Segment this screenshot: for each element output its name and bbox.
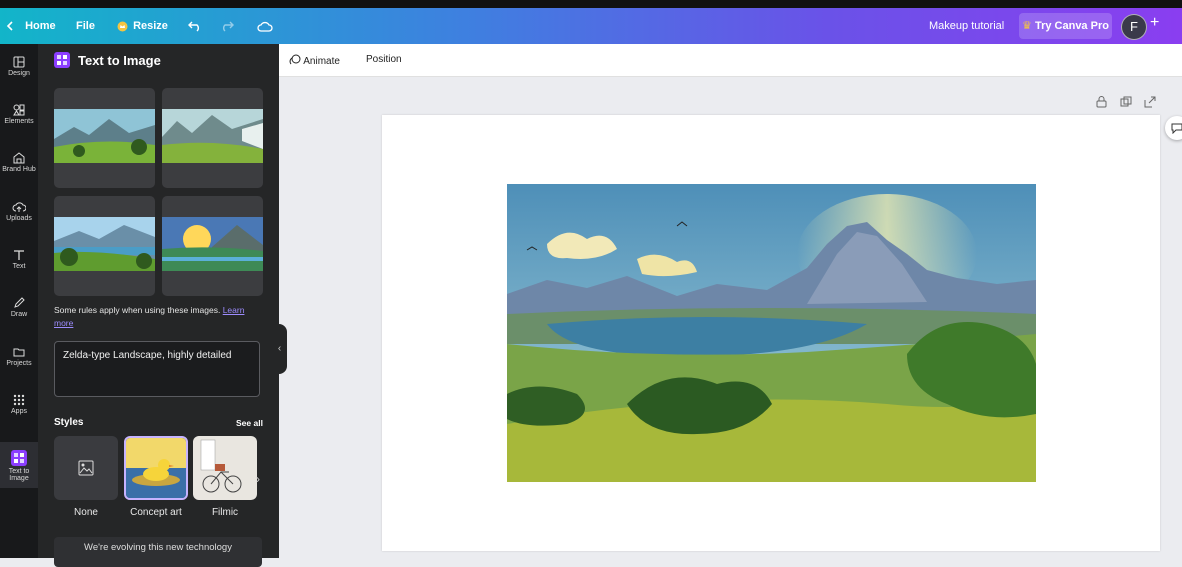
result-thumbnail-2[interactable]: [162, 88, 263, 188]
style-label: None: [74, 507, 98, 518]
resize-button[interactable]: Resize: [117, 18, 168, 34]
rail-label: Text to Image: [8, 468, 30, 482]
folder-icon: [13, 348, 25, 357]
evolving-notice: We're evolving this new technology: [54, 537, 262, 567]
prompt-input[interactable]: Zelda-type Landscape, highly detailed: [54, 341, 260, 397]
undo-button[interactable]: [188, 18, 202, 34]
try-pro-label: Try Canva Pro: [1034, 20, 1109, 32]
style-filmic-tile[interactable]: [193, 436, 257, 500]
duplicate-page-button[interactable]: [1120, 95, 1132, 113]
resize-label: Resize: [133, 20, 168, 32]
pen-icon: [14, 297, 25, 308]
crown-icon: [117, 21, 128, 32]
rail-label: Elements: [4, 118, 34, 125]
rail-label: Design: [8, 70, 30, 77]
rail-label: Text: [12, 263, 26, 270]
side-rail: Design Elements Brand Hub Uploads Text D…: [0, 44, 38, 558]
landscape-image: [162, 217, 263, 271]
position-button[interactable]: Position: [366, 54, 402, 65]
style-none-tile[interactable]: [54, 436, 118, 500]
result-thumbnail-3[interactable]: [54, 196, 155, 296]
result-thumbnail-1[interactable]: [54, 88, 155, 188]
cloud-save-status[interactable]: [257, 18, 273, 34]
generated-landscape-image[interactable]: [507, 184, 1036, 482]
panel-title: Text to Image: [78, 53, 161, 68]
text-to-image-icon: [54, 52, 70, 68]
landscape-image: [54, 109, 155, 163]
undo-icon: [188, 21, 199, 32]
duplicate-icon: [1120, 96, 1132, 107]
comment-icon: [1171, 123, 1182, 134]
rail-item-draw[interactable]: Draw: [0, 297, 38, 318]
rail-item-apps[interactable]: Apps: [0, 394, 38, 415]
avatar[interactable]: F: [1121, 14, 1147, 40]
rail-label: Apps: [11, 408, 27, 415]
document-title[interactable]: Makeup tutorial: [929, 18, 1004, 34]
rail-item-elements[interactable]: Elements: [0, 104, 38, 125]
share-page-button[interactable]: [1144, 95, 1156, 113]
home-label: Home: [25, 20, 56, 32]
rail-item-design[interactable]: Design: [0, 56, 38, 77]
rail-item-brand-hub[interactable]: Brand Hub: [0, 152, 38, 173]
image-placeholder-icon: [78, 460, 94, 476]
animate-button[interactable]: Animate: [289, 54, 340, 67]
back-home-button[interactable]: Home: [6, 18, 56, 34]
style-label: Filmic: [211, 507, 239, 518]
collapse-panel-button[interactable]: ‹: [272, 324, 287, 374]
result-thumbnail-4[interactable]: [162, 196, 263, 296]
rail-label: Projects: [6, 360, 32, 367]
brand-hub-icon: [13, 152, 25, 164]
text-to-image-panel: Text to Image Some rules apply when usin…: [38, 44, 279, 567]
styles-heading: Styles: [54, 417, 84, 428]
usage-rules-text: Some rules apply when using these images…: [54, 304, 264, 330]
animate-icon: [289, 54, 301, 65]
style-concept-art-tile[interactable]: [124, 436, 188, 500]
rail-item-projects[interactable]: Projects: [0, 346, 38, 367]
lock-icon: [1096, 96, 1107, 108]
text-icon: [14, 250, 24, 260]
chevron-right-icon[interactable]: ›: [256, 472, 260, 486]
text-to-image-icon: [11, 450, 27, 466]
try-canva-pro-button[interactable]: ♛ Try Canva Pro: [1019, 13, 1112, 39]
plus-icon[interactable]: +: [1150, 15, 1159, 31]
rules-text: Some rules apply when using these images…: [54, 305, 221, 315]
rail-label: Brand Hub: [2, 166, 36, 173]
rail-label: Uploads: [6, 215, 32, 222]
elements-icon: [13, 104, 25, 116]
redo-icon: [223, 21, 234, 32]
see-all-link[interactable]: See all: [236, 418, 263, 428]
landscape-image: [54, 217, 155, 271]
style-label: Concept art: [130, 507, 182, 518]
redo-button[interactable]: [220, 18, 234, 34]
comment-button[interactable]: [1165, 116, 1182, 140]
crown-icon: ♛: [1022, 20, 1032, 32]
file-menu[interactable]: File: [76, 18, 95, 34]
bicycle-image: [193, 436, 257, 500]
duck-image: [126, 438, 186, 498]
export-icon: [1144, 96, 1156, 108]
design-icon: [13, 56, 25, 68]
context-toolbar: Animate Position: [279, 44, 1182, 77]
lock-page-button[interactable]: [1096, 95, 1107, 113]
rail-item-text-to-image[interactable]: Text to Image: [0, 442, 38, 488]
rail-label: Draw: [10, 311, 28, 318]
apps-grid-icon: [13, 394, 25, 406]
upload-cloud-icon: [12, 202, 26, 212]
landscape-image: [162, 109, 263, 163]
top-bar: Home File Resize Makeup tutorial ♛ Try C…: [0, 0, 1182, 44]
rail-item-uploads[interactable]: Uploads: [0, 201, 38, 222]
chevron-left-icon: [6, 21, 13, 31]
animate-label: Animate: [303, 56, 340, 67]
cloud-icon: [257, 21, 273, 32]
rail-item-text[interactable]: Text: [0, 249, 38, 270]
